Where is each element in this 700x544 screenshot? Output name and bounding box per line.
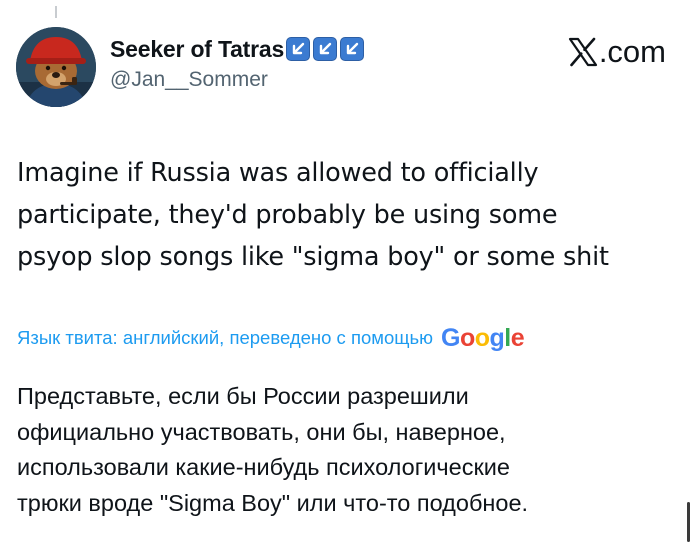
- author-name-row: Seeker of Tatras: [110, 32, 365, 66]
- user-handle[interactable]: @Jan__Sommer: [110, 68, 268, 92]
- bear-avatar-icon: [16, 27, 96, 107]
- x-logo-icon: [568, 37, 597, 67]
- scrollbar[interactable]: [687, 502, 690, 542]
- display-name[interactable]: Seeker of Tatras: [110, 36, 284, 63]
- arrow-down-left-icon: [313, 37, 338, 61]
- arrow-down-left-icon: [286, 37, 311, 61]
- google-logo: Google: [441, 323, 525, 352]
- translated-text: Представьте, если бы России разрешили оф…: [17, 383, 529, 516]
- arrow-down-left-icon: [340, 37, 365, 61]
- thread-line: [55, 6, 57, 18]
- tweet-text: Imagine if Russia was allowed to officia…: [17, 158, 609, 272]
- translation-notice-text: Язык твита: английский, переведено с пом…: [17, 327, 433, 348]
- avatar[interactable]: [16, 27, 96, 107]
- brand-watermark: .com: [568, 30, 666, 74]
- translation-notice[interactable]: Язык твита: английский, переведено с пом…: [17, 322, 525, 354]
- brand-domain: .com: [598, 34, 666, 69]
- badge-group: [286, 37, 365, 61]
